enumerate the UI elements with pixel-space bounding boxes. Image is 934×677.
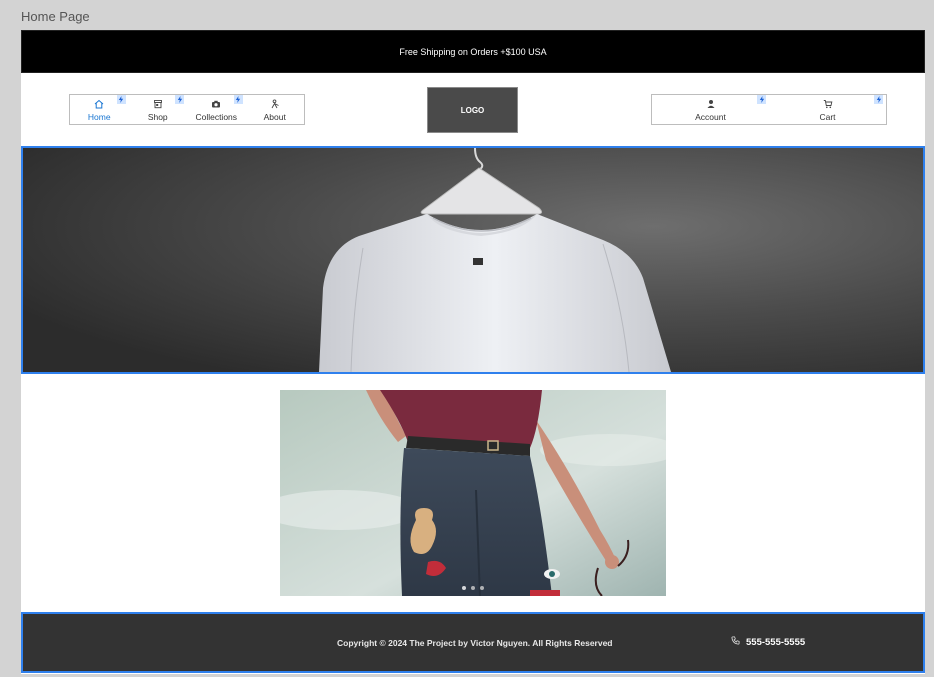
nav-item-account[interactable]: Account — [652, 95, 769, 124]
home-icon — [94, 97, 104, 111]
hero-tshirt-image — [23, 148, 923, 372]
phone-icon — [731, 636, 740, 648]
account-icon — [706, 97, 716, 111]
interaction-bolt-icon — [175, 95, 184, 104]
home-page-artboard: Free Shipping on Orders +$100 USA Home S… — [21, 30, 925, 674]
carousel-dot[interactable] — [471, 586, 475, 590]
account-nav: Account Cart — [651, 94, 887, 125]
collections-icon — [211, 97, 221, 111]
interaction-bolt-icon — [757, 95, 766, 104]
nav-item-cart[interactable]: Cart — [769, 95, 886, 124]
image-carousel[interactable] — [280, 390, 666, 596]
footer-phone-number: 555-555-5555 — [746, 636, 806, 648]
interaction-bolt-icon — [874, 95, 883, 104]
promo-text: Free Shipping on Orders +$100 USA — [399, 46, 547, 57]
interaction-bolt-icon — [233, 95, 243, 104]
footer: Copyright © 2024 The Project by Victor N… — [21, 612, 925, 673]
logo[interactable]: LOGO — [427, 87, 518, 133]
carousel-slide-image — [280, 390, 666, 596]
frame-label: Home Page — [21, 9, 90, 24]
nav-label-account: Account — [695, 112, 726, 122]
interaction-bolt-icon — [116, 95, 126, 104]
carousel-dot[interactable] — [462, 586, 466, 590]
promo-bar: Free Shipping on Orders +$100 USA — [21, 30, 925, 73]
nav-label-shop: Shop — [147, 112, 168, 122]
nav-item-about[interactable]: About — [246, 95, 305, 124]
nav-label-home: Home — [87, 112, 111, 122]
footer-phone[interactable]: 555-555-5555 — [731, 636, 805, 648]
nav-label-collections: Collections — [195, 112, 238, 122]
nav-label-about: About — [263, 112, 286, 122]
cart-icon — [823, 97, 833, 111]
footer-copyright: Copyright © 2024 The Project by Victor N… — [337, 638, 613, 648]
hero-banner[interactable] — [21, 146, 925, 374]
carousel-dot[interactable] — [480, 586, 484, 590]
nav-item-shop[interactable]: Shop — [129, 95, 188, 124]
main-nav: Home Shop Collections About — [69, 94, 305, 125]
about-icon — [270, 97, 280, 111]
carousel-indicators — [280, 586, 666, 590]
store-icon — [153, 97, 163, 111]
nav-item-collections[interactable]: Collections — [187, 95, 246, 124]
nav-label-cart: Cart — [819, 112, 836, 122]
nav-item-home[interactable]: Home — [70, 95, 129, 124]
